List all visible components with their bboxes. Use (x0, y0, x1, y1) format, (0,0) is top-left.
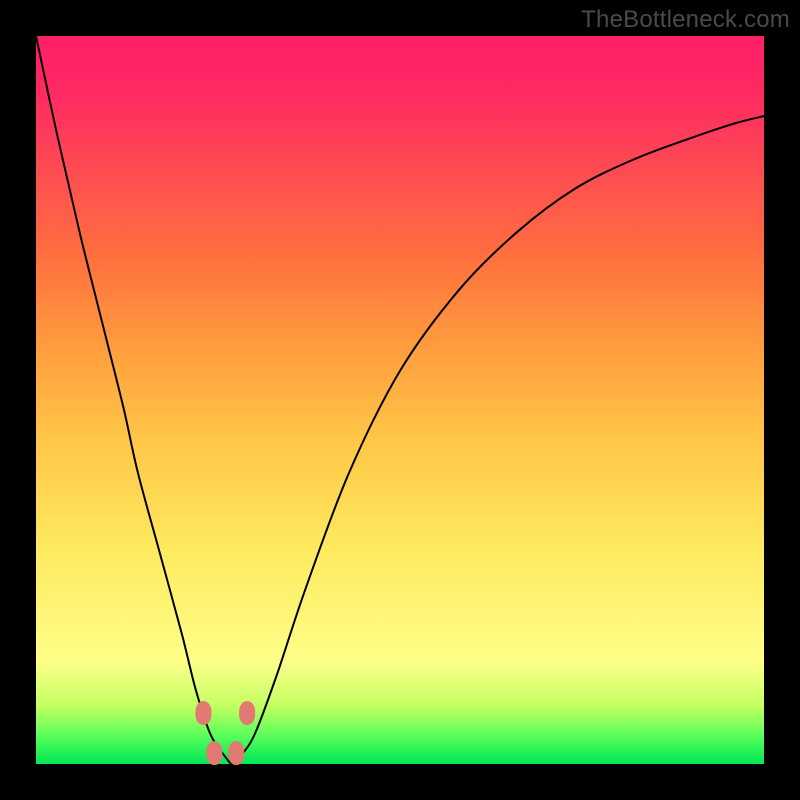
data-marker (239, 701, 255, 725)
bottleneck-curve (36, 36, 764, 764)
data-marker (228, 741, 244, 765)
watermark-text: TheBottleneck.com (581, 6, 790, 34)
bottleneck-plot (36, 36, 764, 764)
data-marker (206, 741, 222, 765)
data-marker (195, 701, 211, 725)
chart-area (36, 36, 764, 764)
